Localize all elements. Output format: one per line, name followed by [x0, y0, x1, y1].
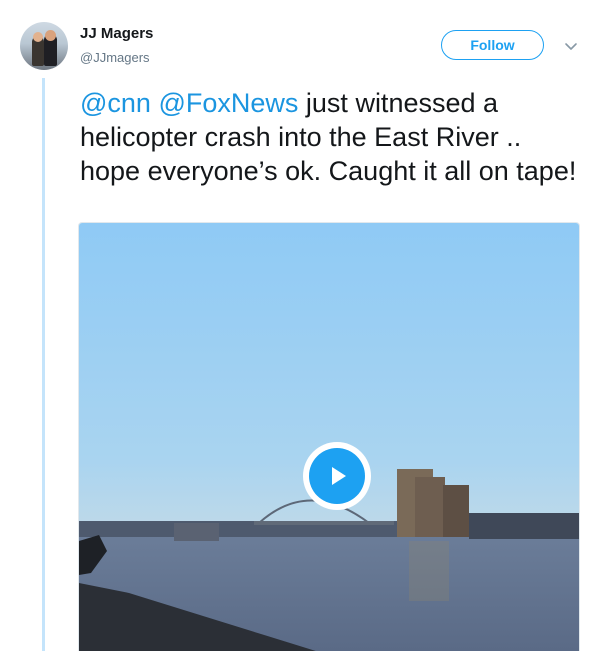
avatar[interactable] — [20, 22, 68, 70]
play-button[interactable] — [303, 442, 371, 510]
thread-line — [42, 78, 45, 651]
chevron-down-icon[interactable] — [561, 36, 581, 56]
tweet-text: @cnn @FoxNews just witnessed a helicopte… — [80, 86, 580, 188]
tower-2 — [415, 477, 445, 537]
building-left — [174, 523, 219, 541]
bridge-deck — [254, 521, 394, 525]
video-media[interactable] — [78, 222, 580, 651]
mention-foxnews[interactable]: @FoxNews — [158, 88, 298, 118]
tweet-body: just witnessed a helicopter crash into t… — [80, 88, 577, 186]
follow-button[interactable]: Follow — [441, 30, 544, 60]
avatar-head-right — [45, 30, 56, 41]
user-handle[interactable]: @JJmagers — [80, 50, 150, 65]
tower-reflection — [409, 541, 449, 601]
user-name[interactable]: JJ Magers — [80, 25, 153, 42]
waterfront — [469, 513, 579, 539]
play-icon — [309, 448, 365, 504]
mention-cnn[interactable]: @cnn — [80, 88, 151, 118]
video-thumbnail — [79, 223, 579, 651]
tower-3 — [443, 485, 469, 537]
avatar-head-left — [33, 32, 43, 42]
